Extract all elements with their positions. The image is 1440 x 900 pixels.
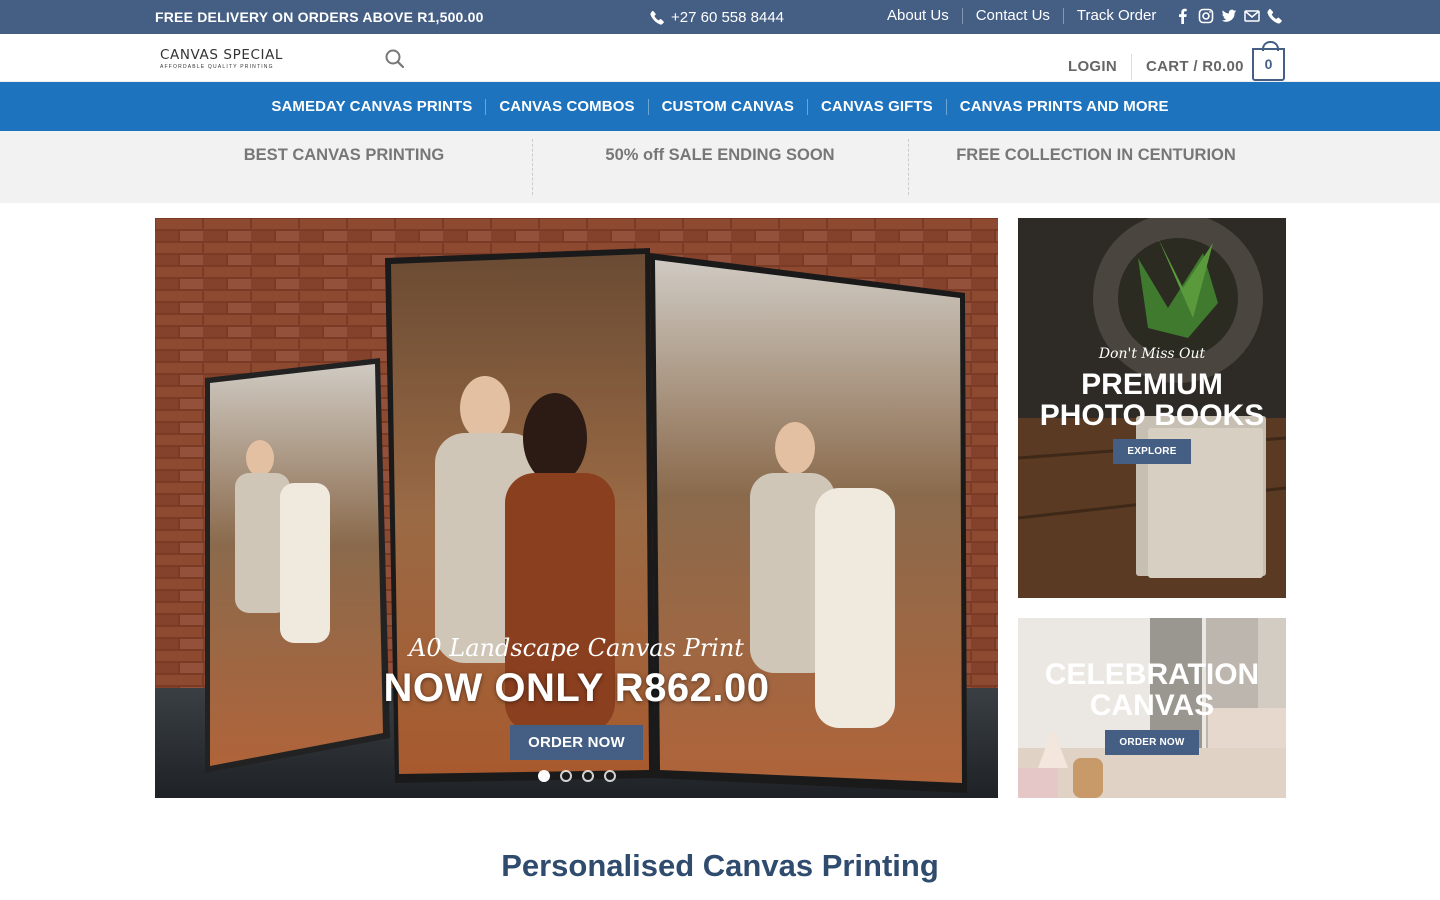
explore-button-wrap: EXPLORE	[1018, 439, 1286, 464]
promo-photo-books[interactable]: Don't Miss Out PREMIUM PHOTO BOOKS EXPLO…	[1018, 218, 1286, 598]
divider	[1062, 7, 1064, 24]
feature-free-collection: FREE COLLECTION IN CENTURION	[908, 131, 1284, 203]
phone-icon	[650, 10, 664, 25]
hero-button-wrap: ORDER NOW	[155, 725, 998, 760]
track-order-link[interactable]: Track Order	[1077, 7, 1156, 24]
main-nav: SAMEDAY CANVAS PRINTS CANVAS COMBOS CUST…	[0, 82, 1440, 131]
slider-dot[interactable]	[559, 770, 572, 782]
search-icon[interactable]	[384, 48, 406, 70]
nav-item-canvas-combos[interactable]: CANVAS COMBOS	[486, 98, 647, 115]
hero-subtitle: A0 Landscape Canvas Print	[409, 634, 744, 662]
section-title: Personalised Canvas Printing	[501, 848, 939, 883]
cart-count-badge[interactable]: 0	[1252, 41, 1285, 81]
slider-dots	[155, 770, 998, 782]
instagram-icon[interactable]	[1198, 8, 1214, 24]
slider-dot[interactable]	[537, 770, 550, 782]
celebration-order-now-button[interactable]: ORDER NOW	[1105, 730, 1199, 755]
hero-slider[interactable]: A0 Landscape Canvas Print NOW ONLY R862.…	[155, 218, 998, 798]
top-bar: FREE DELIVERY ON ORDERS ABOVE R1,500.00 …	[0, 0, 1440, 34]
top-phone[interactable]: +27 60 558 8444	[650, 9, 784, 26]
explore-button[interactable]: EXPLORE	[1113, 439, 1191, 464]
hero-order-now-button[interactable]: ORDER NOW	[510, 725, 643, 760]
feature-bar: BEST CANVAS PRINTING 50% off SALE ENDING…	[0, 131, 1440, 203]
celebration-button-wrap: ORDER NOW	[1018, 730, 1286, 755]
site-logo[interactable]: CANVAS SPECIAL AFFORDABLE QUALITY PRINTI…	[160, 47, 283, 70]
feature-best-canvas-printing: BEST CANVAS PRINTING	[243, 146, 445, 164]
promo-celebration-canvas[interactable]: CELEBRATION CANVAS ORDER NOW	[1018, 618, 1286, 798]
about-us-link[interactable]: About Us	[887, 7, 949, 24]
nav-item-sameday-canvas-prints[interactable]: SAMEDAY CANVAS PRINTS	[258, 98, 485, 115]
top-links: About Us Contact Us Track Order	[887, 7, 1156, 24]
logo-title: CANVAS SPECIAL	[160, 47, 284, 63]
facebook-icon[interactable]	[1175, 8, 1191, 24]
slider-dot[interactable]	[581, 770, 594, 782]
phone-icon[interactable]	[1267, 8, 1283, 24]
nav-item-canvas-gifts[interactable]: CANVAS GIFTS	[808, 98, 946, 115]
promo-photo-books-title-line2: PHOTO BOOKS	[1039, 399, 1265, 432]
divider	[1131, 54, 1132, 80]
email-icon[interactable]	[1244, 8, 1260, 24]
phone-number[interactable]: +27 60 558 8444	[671, 9, 784, 26]
logo-tagline: AFFORDABLE QUALITY PRINTING	[160, 64, 274, 70]
promo-photo-books-title-line1: PREMIUM	[1081, 368, 1223, 401]
social-icons	[1175, 8, 1283, 24]
promo-celebration-title-line2: CANVAS	[1089, 689, 1215, 722]
hero-title: NOW ONLY R862.00	[383, 666, 770, 710]
divider	[961, 7, 963, 24]
twitter-icon[interactable]	[1221, 8, 1237, 24]
nav-item-canvas-prints-and-more[interactable]: CANVAS PRINTS AND MORE	[947, 98, 1182, 115]
login-link[interactable]: LOGIN	[1068, 58, 1117, 75]
site-header: CANVAS SPECIAL AFFORDABLE QUALITY PRINTI…	[0, 34, 1440, 82]
promo-photo-books-script: Don't Miss Out	[1098, 346, 1206, 362]
cart-link[interactable]: CART / R0.00	[1146, 58, 1244, 75]
promo-celebration-title-line1: CELEBRATION	[1044, 658, 1260, 691]
hero-image	[155, 218, 998, 798]
nav-item-custom-canvas[interactable]: CUSTOM CANVAS	[649, 98, 807, 115]
contact-us-link[interactable]: Contact Us	[976, 7, 1050, 24]
free-delivery-promo: FREE DELIVERY ON ORDERS ABOVE R1,500.00	[155, 9, 484, 25]
slider-dot[interactable]	[603, 770, 616, 782]
feature-sale: 50% off SALE ENDING SOON	[532, 131, 908, 203]
